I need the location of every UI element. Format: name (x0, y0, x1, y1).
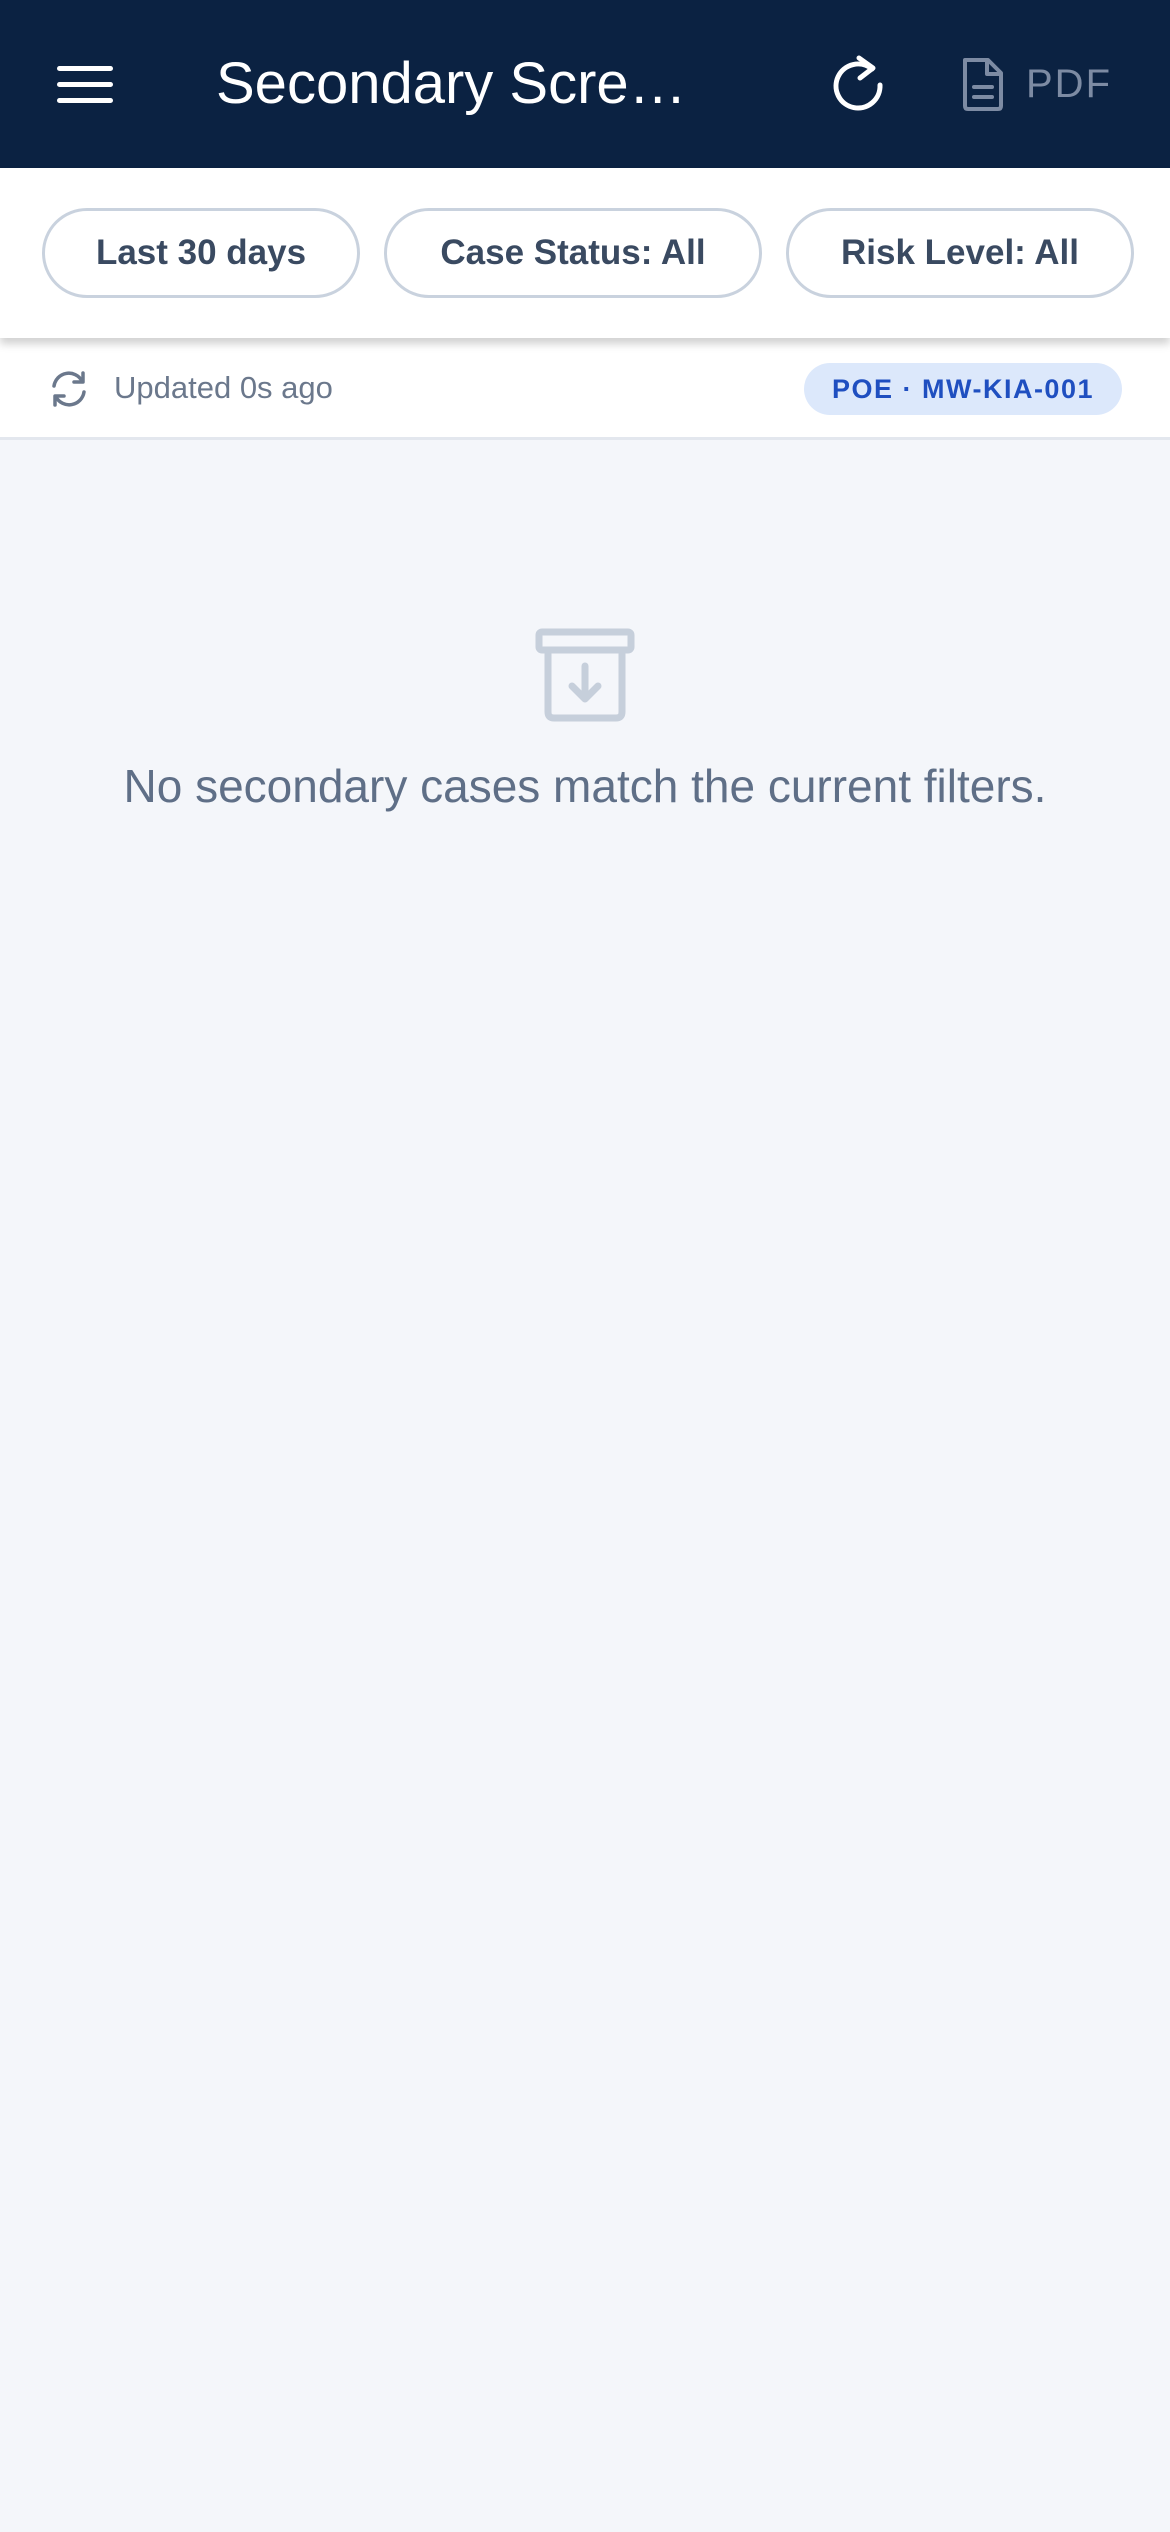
refresh-icon (833, 55, 883, 111)
page-title: Secondary Scre… (216, 51, 687, 116)
filter-chip-case-status[interactable]: Case Status: All (384, 208, 762, 298)
filter-chip-date-range[interactable]: Last 30 days (42, 208, 360, 298)
refresh-button[interactable] (820, 46, 896, 122)
top-app-bar: Secondary Scre… PDF (0, 0, 1170, 168)
menu-icon-line (57, 65, 113, 71)
sync-icon (52, 371, 86, 407)
poe-badge: POE · MW-KIA-001 (804, 363, 1122, 415)
menu-icon[interactable] (40, 44, 130, 124)
export-pdf-button[interactable]: PDF (960, 46, 1160, 122)
app-root: Secondary Scre… PDF Last 30 days Case St… (0, 0, 1170, 2532)
filter-bar: Last 30 days Case Status: All Risk Level… (0, 168, 1170, 338)
pdf-label: PDF (1026, 61, 1112, 106)
menu-icon-line (57, 97, 113, 103)
last-updated-text: Updated 0s ago (114, 370, 333, 405)
document-icon (963, 58, 1003, 111)
archive-icon (535, 628, 635, 722)
status-bar: Updated 0s ago POE · MW-KIA-001 (0, 338, 1170, 440)
filter-chip-risk-level[interactable]: Risk Level: All (786, 208, 1134, 298)
empty-state-message: No secondary cases match the current fil… (123, 760, 1047, 812)
menu-icon-line (57, 81, 113, 87)
